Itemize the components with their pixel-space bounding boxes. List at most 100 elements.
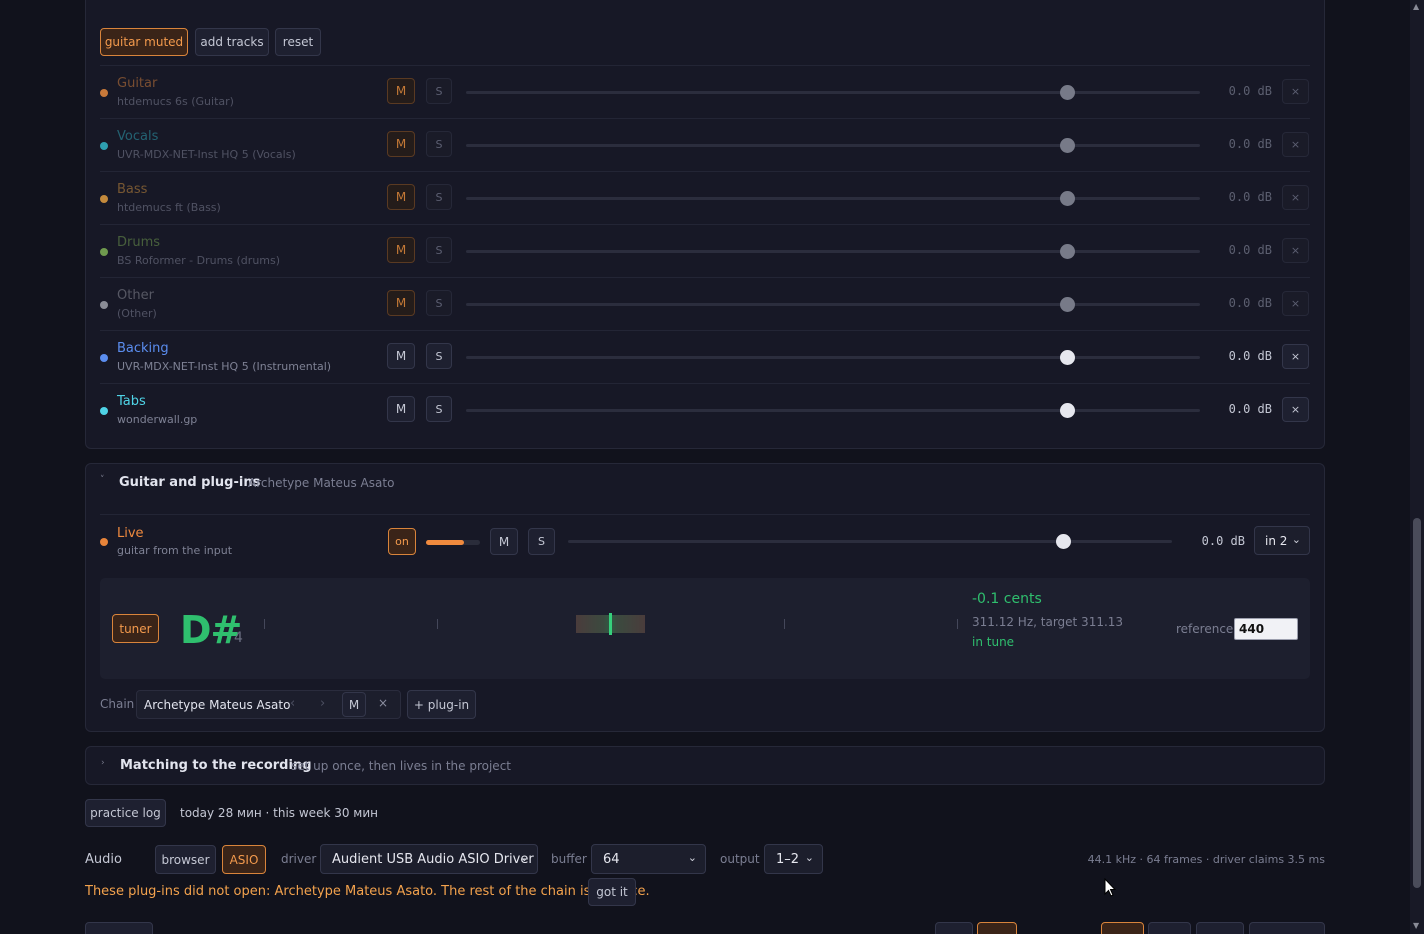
track-volume-slider[interactable] (466, 197, 1200, 200)
output-label: output (720, 852, 760, 866)
track-solo-button[interactable]: S (426, 290, 452, 316)
track-volume-knob[interactable] (1060, 138, 1076, 153)
track-volume-slider[interactable] (466, 144, 1200, 147)
chain-mute-button[interactable]: M (342, 692, 366, 717)
track-name[interactable]: Tabs (117, 394, 146, 409)
tuner-button[interactable]: tuner (112, 614, 159, 643)
track-color-dot (100, 407, 108, 415)
cut-off-button[interactable] (977, 922, 1017, 934)
cut-off-button[interactable] (1249, 922, 1325, 934)
track-mute-button[interactable]: M (387, 78, 415, 104)
track-solo-button[interactable]: S (426, 396, 452, 422)
track-remove-button[interactable]: × (1282, 238, 1309, 263)
driver-select[interactable]: Audient USB Audio ASIO Driver ⌄ (320, 844, 538, 874)
track-volume-knob[interactable] (1060, 297, 1076, 312)
track-remove-button[interactable]: × (1282, 291, 1309, 316)
track-solo-button[interactable]: S (426, 237, 452, 263)
track-mute-button[interactable]: M (387, 290, 415, 316)
track-volume-knob[interactable] (1060, 85, 1076, 100)
track-volume-slider[interactable] (466, 91, 1200, 94)
chevron-down-icon: ⌄ (687, 851, 697, 864)
track-volume-knob[interactable] (1060, 350, 1076, 365)
page-scrollbar[interactable]: ▲ ▼ (1410, 0, 1424, 934)
track-remove-button[interactable]: × (1282, 344, 1309, 369)
track-solo-button[interactable]: S (426, 131, 452, 157)
track-volume-knob[interactable] (1060, 191, 1076, 206)
live-volume-slider[interactable] (568, 540, 1172, 543)
track-mute-button[interactable]: M (387, 237, 415, 263)
track-remove-button[interactable]: × (1282, 132, 1309, 157)
track-color-dot (100, 301, 108, 309)
track-solo-button[interactable]: S (426, 343, 452, 369)
chevron-right-icon[interactable]: › (320, 696, 325, 711)
live-input-row: Live guitar from the input on M S 0.0 dB… (100, 515, 1310, 569)
chevron-down-icon: ⌄ (519, 851, 529, 864)
mouse-cursor-icon (1104, 878, 1117, 897)
track-name[interactable]: Other (117, 288, 154, 303)
track-mute-button[interactable]: M (387, 396, 415, 422)
track-mute-button[interactable]: M (387, 184, 415, 210)
chain-remove-icon[interactable]: × (378, 696, 388, 710)
track-volume-knob[interactable] (1060, 244, 1076, 259)
cut-off-button[interactable] (1196, 922, 1244, 934)
track-remove-button[interactable]: × (1282, 79, 1309, 104)
matching-subtitle: set up once, then lives in the project (291, 759, 511, 773)
cut-off-button[interactable] (85, 922, 153, 934)
got-it-button[interactable]: got it (588, 878, 636, 906)
track-volume-knob[interactable] (1060, 403, 1076, 418)
expand-caret-icon[interactable]: › (101, 758, 105, 768)
reference-input[interactable] (1234, 618, 1298, 640)
collapse-caret-icon[interactable]: ˅ (100, 475, 105, 485)
output-select[interactable]: 1–2 ⌄ (764, 844, 823, 874)
live-name: Live (117, 526, 144, 541)
track-mute-button[interactable]: M (387, 131, 415, 157)
live-on-button[interactable]: on (388, 528, 416, 555)
chevron-left-icon[interactable]: ‹ (290, 696, 295, 711)
track-name[interactable]: Bass (117, 182, 147, 197)
track-row-vocals: Vocals UVR-MDX-NET-Inst HQ 5 (Vocals) M S 0.… (100, 118, 1310, 171)
cut-off-button[interactable] (1101, 922, 1144, 934)
tuner-panel: tuner D# 4 -0.1 cents 311.12 Hz, target … (100, 578, 1310, 679)
matching-panel[interactable]: › Matching to the recording set up once,… (85, 746, 1325, 785)
add-plugin-button[interactable]: + plug-in (407, 690, 476, 719)
track-remove-button[interactable]: × (1282, 185, 1309, 210)
buffer-select[interactable]: 64 ⌄ (591, 844, 706, 874)
track-volume-slider[interactable] (466, 303, 1200, 306)
guitar-muted-button[interactable]: guitar muted (100, 28, 188, 56)
live-solo-button[interactable]: S (528, 528, 555, 555)
track-db-readout: 0.0 dB (1228, 349, 1272, 363)
buffer-label: buffer (551, 852, 587, 866)
live-volume-knob[interactable] (1055, 534, 1071, 549)
track-volume-slider[interactable] (466, 250, 1200, 253)
cut-off-button[interactable] (935, 922, 973, 934)
live-mute-button[interactable]: M (490, 528, 518, 555)
guitar-section-header[interactable]: ˅ Guitar and plug-ins Archetype Mateus A… (85, 463, 1325, 503)
scroll-up-icon[interactable]: ▲ (1413, 2, 1419, 11)
track-name[interactable]: Drums (117, 235, 160, 250)
track-name[interactable]: Vocals (117, 129, 158, 144)
chevron-down-icon: ⌄ (1291, 533, 1301, 546)
reset-button[interactable]: reset (275, 28, 321, 56)
tuner-frequency: 311.12 Hz, target 311.13 (972, 615, 1124, 629)
asio-button[interactable]: ASIO (222, 845, 266, 874)
add-tracks-button[interactable]: add tracks (195, 28, 269, 56)
cut-off-button[interactable] (1148, 922, 1191, 934)
driver-label: driver (281, 852, 317, 866)
track-name[interactable]: Backing (117, 341, 169, 356)
track-volume-slider[interactable] (466, 356, 1200, 359)
track-remove-button[interactable]: × (1282, 397, 1309, 422)
track-name[interactable]: Guitar (117, 76, 157, 91)
plugin-warning: These plug-ins did not open: Archetype M… (85, 884, 650, 899)
scroll-down-icon[interactable]: ▼ (1413, 921, 1419, 930)
scrollbar-thumb[interactable] (1413, 518, 1421, 888)
practice-log-button[interactable]: practice log (85, 799, 166, 827)
track-solo-button[interactable]: S (426, 78, 452, 104)
input-select[interactable]: in 2 ⌄ (1254, 526, 1310, 555)
track-volume-slider[interactable] (466, 409, 1200, 412)
live-db-readout: 0.0 dB (1201, 534, 1245, 548)
browser-button[interactable]: browser (155, 845, 216, 874)
track-solo-button[interactable]: S (426, 184, 452, 210)
chain-plugin-name[interactable]: Archetype Mateus Asato (144, 698, 290, 712)
track-source: wonderwall.gp (117, 413, 198, 426)
track-mute-button[interactable]: M (387, 343, 415, 369)
